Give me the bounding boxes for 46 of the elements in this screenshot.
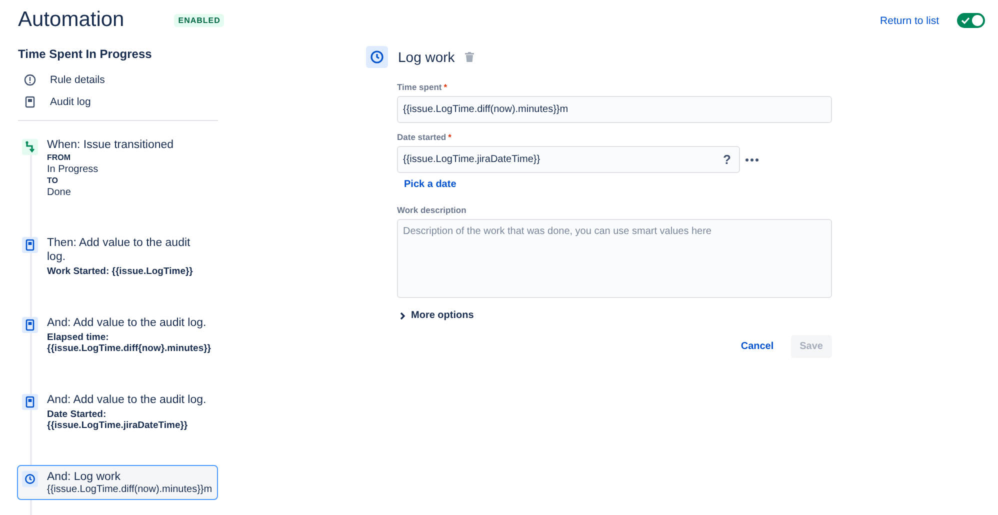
document-icon bbox=[22, 316, 38, 332]
date-started-field[interactable]: {{issue.LogTime.jiraDateTime}} ? bbox=[397, 146, 740, 173]
info-icon bbox=[24, 74, 36, 86]
field-label: Date started * bbox=[397, 132, 452, 142]
step-title: Then: Add value to the audit log. bbox=[47, 236, 192, 264]
rule-step-card[interactable]: Then: Add value to the audit log. Work Started: {{issue.LogTime}} bbox=[17, 231, 218, 310]
more-icon[interactable] bbox=[745, 158, 759, 162]
more-options-toggle[interactable]: More options bbox=[397, 310, 474, 321]
rule-enabled-toggle[interactable] bbox=[957, 13, 985, 28]
document-icon bbox=[22, 237, 38, 253]
step-detail: Work Started: {{issue.LogTime}} bbox=[47, 266, 194, 278]
rule-step-card[interactable]: When: Issue transitioned FROM In Progress TO Done bbox=[17, 133, 218, 231]
step-detail: {{issue.LogTime.diff(now).minutes}}m bbox=[47, 484, 214, 495]
step-detail: Elapsed time: {{issue.LogTime.diff{now}.minutes}} bbox=[47, 332, 212, 354]
document-icon bbox=[22, 394, 38, 410]
cancel-button[interactable]: Cancel bbox=[732, 335, 783, 358]
step-detail: FROM bbox=[47, 152, 72, 164]
action-title: Log work bbox=[398, 49, 455, 65]
chevron-icon bbox=[399, 312, 406, 320]
clock-icon bbox=[22, 470, 38, 486]
step-detail: In Progress bbox=[47, 164, 100, 175]
return-to-list-link[interactable]: Return to list bbox=[880, 14, 939, 26]
rule-step-card[interactable]: And: Add value to the audit log. Elapsed time: {{issue.LogTime.diff{now}.minutes}} bbox=[17, 310, 218, 388]
field-label: Work description bbox=[397, 205, 468, 215]
pick-date-link[interactable]: Pick a date bbox=[404, 179, 456, 190]
sidebar-nav-item[interactable]: Audit log bbox=[18, 91, 218, 113]
rule-step-card[interactable]: And: Add value to the audit log. Date Started: {{issue.LogTime.jiraDateTime}} bbox=[17, 388, 218, 464]
step-detail: Date Started: {{issue.LogTime.jiraDateTime}} bbox=[47, 408, 189, 432]
time-spent-field[interactable]: {{issue.LogTime.diff(now).minutes}}m bbox=[397, 96, 832, 123]
help-icon[interactable]: ? bbox=[723, 152, 731, 167]
rule-step-card[interactable]: And: Log work {{issue.LogTime.diff(now).minutes}}m bbox=[17, 464, 218, 500]
step-detail: TO bbox=[47, 175, 59, 186]
step-detail: Done bbox=[47, 186, 72, 198]
step-title: When: Issue transitioned bbox=[47, 138, 175, 152]
clock-icon bbox=[366, 46, 388, 68]
rule-name: Time Spent In Progress bbox=[18, 47, 153, 61]
document-icon bbox=[24, 96, 36, 108]
step-title: And: Add value to the audit log. bbox=[47, 316, 208, 330]
sidebar-nav-item[interactable]: Rule details bbox=[18, 69, 218, 91]
page-title: Automation bbox=[18, 8, 124, 32]
transition-icon bbox=[22, 139, 38, 155]
step-title: And: Log work bbox=[47, 470, 122, 484]
status-badge: ENABLED bbox=[174, 14, 224, 26]
field-label: Time spent * bbox=[397, 82, 448, 92]
work-description-field[interactable]: Description of the work that was done, you can use smart values here bbox=[397, 219, 832, 298]
step-title: And: Add value to the audit log. bbox=[47, 392, 208, 406]
